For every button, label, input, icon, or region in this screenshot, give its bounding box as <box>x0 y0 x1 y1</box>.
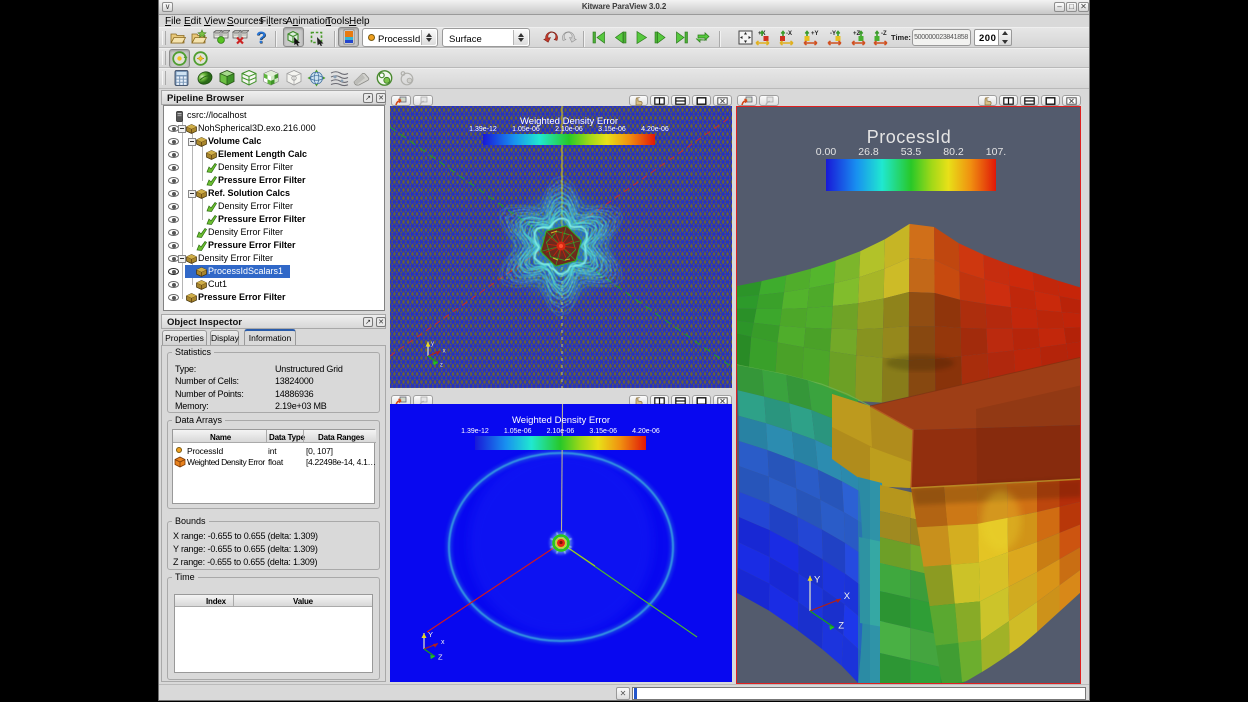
svg-text:z: z <box>440 363 443 369</box>
svg-text:Y: Y <box>814 574 821 585</box>
svg-text:x: x <box>443 348 446 354</box>
svg-text:4.20e-06: 4.20e-06 <box>632 428 660 435</box>
svg-text:1.39e-12: 1.39e-12 <box>469 126 497 133</box>
svg-text:2.10e-06: 2.10e-06 <box>547 428 575 435</box>
svg-text:2.10e-06: 2.10e-06 <box>555 126 583 133</box>
svg-text:3.15e-06: 3.15e-06 <box>598 126 626 133</box>
svg-text:4.20e-06: 4.20e-06 <box>641 126 669 133</box>
svg-text:1.05e-06: 1.05e-06 <box>512 126 540 133</box>
svg-text:+Y: +Y <box>811 31 819 37</box>
svg-text:ProcessId: ProcessId <box>867 127 952 147</box>
svg-text:Z: Z <box>438 653 443 662</box>
svg-text:53.5: 53.5 <box>901 146 922 158</box>
svg-text:-Y: -Y <box>830 31 836 37</box>
svg-text:1.39e-12: 1.39e-12 <box>461 428 489 435</box>
svg-text:y: y <box>431 341 434 347</box>
svg-text:x: x <box>441 639 445 646</box>
svg-text:-Z: -Z <box>881 31 887 37</box>
svg-text:-X: -X <box>786 31 792 37</box>
svg-text:107.: 107. <box>986 146 1006 158</box>
svg-text:X: X <box>844 591 851 602</box>
svg-text:1.05e-06: 1.05e-06 <box>504 428 532 435</box>
svg-text:0.00: 0.00 <box>816 146 837 158</box>
svg-text:Weighted Density Error: Weighted Density Error <box>512 415 610 426</box>
svg-text:Z: Z <box>838 621 844 632</box>
svg-text:3.15e-06: 3.15e-06 <box>589 428 617 435</box>
svg-text:Y: Y <box>428 630 433 639</box>
svg-text:26.8: 26.8 <box>858 146 879 158</box>
svg-text:80.2: 80.2 <box>943 146 964 158</box>
